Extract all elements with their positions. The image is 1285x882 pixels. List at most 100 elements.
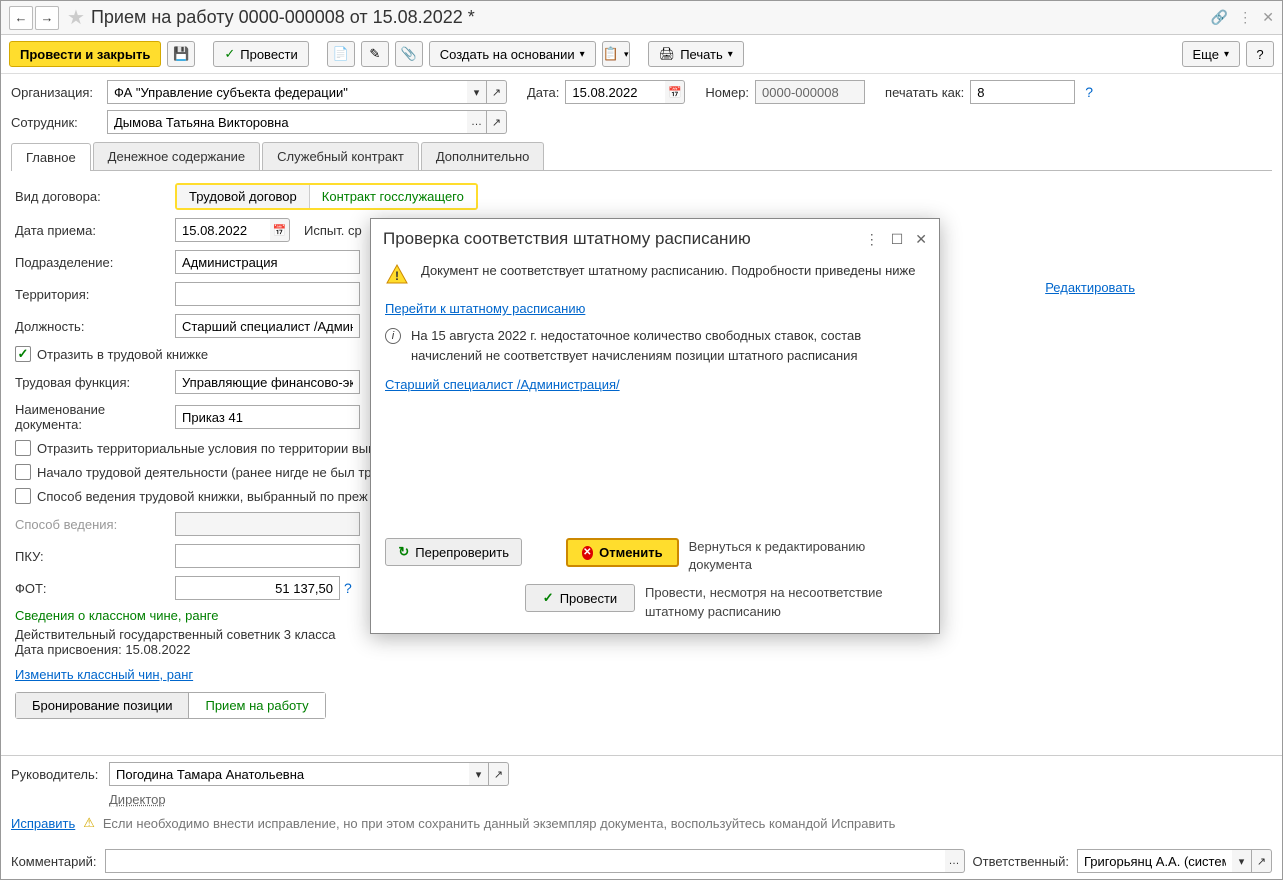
fot-input[interactable] bbox=[175, 576, 340, 600]
employee-label: Сотрудник: bbox=[11, 115, 101, 130]
recheck-button[interactable]: ↻Перепроверить bbox=[385, 538, 522, 566]
help-button[interactable]: ? bbox=[1246, 41, 1274, 67]
hire-date-input[interactable] bbox=[175, 218, 270, 242]
goto-schedule-link[interactable]: Перейти к штатному расписанию bbox=[385, 301, 585, 316]
fix-hint: Если необходимо внести исправление, но п… bbox=[103, 816, 895, 831]
save-button[interactable]: 💾 bbox=[167, 41, 195, 67]
edit-link[interactable]: Редактировать bbox=[1045, 280, 1135, 295]
copy-icon-button[interactable]: 📋▾ bbox=[602, 41, 630, 67]
cancel-button[interactable]: ✕Отменить bbox=[566, 538, 679, 567]
edit-icon-button[interactable]: ✎ bbox=[361, 41, 389, 67]
fot-help-icon[interactable]: ? bbox=[344, 580, 352, 596]
titlebar: ← → ★ Прием на работу 0000-000008 от 15.… bbox=[1, 1, 1282, 35]
tab-contract[interactable]: Служебный контракт bbox=[262, 142, 419, 170]
employee-open-button[interactable]: ↗ bbox=[487, 110, 507, 134]
print-as-help-icon[interactable]: ? bbox=[1085, 84, 1093, 100]
warning-icon: ⚠ bbox=[83, 815, 95, 831]
date-input[interactable] bbox=[565, 80, 665, 104]
department-label: Подразделение: bbox=[15, 255, 175, 270]
print-button[interactable]: 🖨 Печать ▾ bbox=[648, 41, 744, 67]
hire-date-picker-button[interactable]: 📅 bbox=[270, 218, 290, 242]
manager-input[interactable] bbox=[109, 762, 469, 786]
fix-link[interactable]: Исправить bbox=[11, 816, 75, 831]
reflect-workbook-label: Отразить в трудовой книжке bbox=[37, 347, 208, 362]
dialog-info-text: На 15 августа 2022 г. недостаточное коли… bbox=[411, 326, 925, 365]
more-button[interactable]: Еще ▾ bbox=[1182, 41, 1240, 67]
link-icon[interactable]: 🔗 bbox=[1211, 9, 1228, 26]
post-button[interactable]: ✓Провести bbox=[213, 41, 308, 67]
post-hint: Провести, несмотря на несоответствие шта… bbox=[645, 584, 925, 620]
window-title: Прием на работу 0000-000008 от 15.08.202… bbox=[91, 7, 1211, 28]
tab-money[interactable]: Денежное содержание bbox=[93, 142, 260, 170]
attach-icon-button[interactable]: 📎 bbox=[395, 41, 423, 67]
create-based-button[interactable]: Создать на основании ▾ bbox=[429, 41, 596, 67]
date-label: Дата: bbox=[527, 85, 559, 100]
cancel-hint: Вернуться к редактированию документа bbox=[689, 538, 925, 574]
number-input bbox=[755, 80, 865, 104]
reflect-workbook-checkbox[interactable]: ✓ bbox=[15, 346, 31, 362]
position-input[interactable] bbox=[175, 314, 360, 338]
back-button[interactable]: ← bbox=[9, 6, 33, 30]
refresh-icon: ↻ bbox=[398, 544, 409, 560]
position-label: Должность: bbox=[15, 319, 175, 334]
print-as-input[interactable] bbox=[970, 80, 1075, 104]
contract-type-toggle: Трудовой договор Контракт госслужащего bbox=[175, 183, 478, 210]
probation-label: Испыт. ср bbox=[304, 223, 362, 238]
employee-input[interactable] bbox=[107, 110, 467, 134]
comment-input[interactable] bbox=[105, 849, 945, 873]
check-icon: ✓ bbox=[543, 590, 554, 606]
responsible-open-button[interactable]: ↗ bbox=[1252, 849, 1272, 873]
manager-role-link[interactable]: Директор bbox=[109, 792, 166, 807]
manager-dropdown-button[interactable]: ▾ bbox=[469, 762, 489, 786]
dialog-message: Документ не соответствует штатному распи… bbox=[421, 263, 915, 278]
responsible-input[interactable] bbox=[1077, 849, 1232, 873]
position-link[interactable]: Старший специалист /Администрация/ bbox=[385, 377, 620, 392]
dialog-maximize-icon[interactable]: ☐ bbox=[891, 231, 904, 248]
contract-gov-button[interactable]: Контракт госслужащего bbox=[310, 185, 476, 208]
org-input[interactable] bbox=[107, 80, 467, 104]
territorial-checkbox[interactable] bbox=[15, 440, 31, 456]
department-input[interactable] bbox=[175, 250, 360, 274]
manager-open-button[interactable]: ↗ bbox=[489, 762, 509, 786]
tab-main[interactable]: Главное bbox=[11, 143, 91, 171]
workbook-method-checkbox[interactable] bbox=[15, 488, 31, 504]
start-labor-checkbox[interactable] bbox=[15, 464, 31, 480]
menu-dots-icon[interactable]: ⋮ bbox=[1238, 9, 1252, 26]
territorial-label: Отразить территориальные условия по терр… bbox=[37, 441, 375, 456]
labor-func-input[interactable] bbox=[175, 370, 360, 394]
date-picker-button[interactable]: 📅 bbox=[665, 80, 685, 104]
warning-triangle-icon: ! bbox=[385, 263, 409, 287]
dialog-post-button[interactable]: ✓Провести bbox=[525, 584, 635, 612]
comment-select-button[interactable]: … bbox=[945, 849, 965, 873]
territory-input[interactable] bbox=[175, 282, 360, 306]
close-icon[interactable]: ✕ bbox=[1262, 9, 1274, 26]
booking-hire-toggle: Бронирование позиции Прием на работу bbox=[15, 692, 326, 719]
pku-input[interactable] bbox=[175, 544, 360, 568]
change-rank-link[interactable]: Изменить классный чин, ранг bbox=[15, 667, 193, 682]
org-open-button[interactable]: ↗ bbox=[487, 80, 507, 104]
svg-text:!: ! bbox=[395, 269, 399, 283]
org-dropdown-button[interactable]: ▾ bbox=[467, 80, 487, 104]
booking-button[interactable]: Бронирование позиции bbox=[16, 693, 189, 718]
tab-extra[interactable]: Дополнительно bbox=[421, 142, 545, 170]
tabs: Главное Денежное содержание Служебный ко… bbox=[11, 142, 1272, 171]
forward-button[interactable]: → bbox=[35, 6, 59, 30]
hire-button[interactable]: Прием на работу bbox=[189, 693, 324, 718]
start-labor-label: Начало трудовой деятельности (ранее нигд… bbox=[37, 465, 372, 480]
dialog-menu-icon[interactable]: ⋮ bbox=[865, 231, 879, 248]
employee-select-button[interactable]: … bbox=[467, 110, 487, 134]
dialog-close-icon[interactable]: ✕ bbox=[915, 231, 927, 248]
pku-label: ПКУ: bbox=[15, 549, 175, 564]
doc-name-input[interactable] bbox=[175, 405, 360, 429]
responsible-label: Ответственный: bbox=[973, 854, 1069, 869]
workbook-method-label: Способ ведения трудовой книжки, выбранны… bbox=[37, 489, 368, 504]
responsible-dropdown-button[interactable]: ▾ bbox=[1232, 849, 1252, 873]
dialog-title: Проверка соответствия штатному расписани… bbox=[383, 229, 865, 249]
fot-label: ФОТ: bbox=[15, 581, 175, 596]
toolbar: Провести и закрыть 💾 ✓Провести 📄 ✎ 📎 Соз… bbox=[1, 35, 1282, 74]
contract-labor-button[interactable]: Трудовой договор bbox=[177, 185, 310, 208]
post-and-close-button[interactable]: Провести и закрыть bbox=[9, 41, 161, 67]
favorite-icon[interactable]: ★ bbox=[67, 5, 85, 30]
doc-icon-button[interactable]: 📄 bbox=[327, 41, 355, 67]
method-input bbox=[175, 512, 360, 536]
